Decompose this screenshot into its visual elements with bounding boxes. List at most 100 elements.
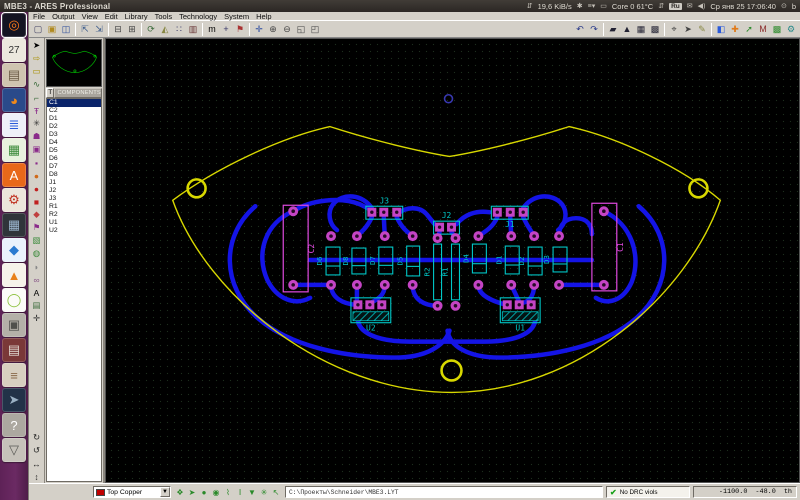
- components-list[interactable]: C1 C2 D1 D2 D3 D4 D5 D6 D7 D8 J1 J2 J3 R1 R2 U1 U2: [46, 98, 102, 482]
- component-item-D3[interactable]: D3: [47, 131, 101, 139]
- wizard-button[interactable]: ◧: [714, 22, 728, 36]
- menu-system[interactable]: System: [224, 12, 249, 21]
- layer-dropdown-arrow-icon[interactable]: ▼: [160, 487, 170, 497]
- indicator-menu-icon[interactable]: ≡▾: [588, 2, 596, 10]
- component-item-D2[interactable]: D2: [47, 123, 101, 131]
- pad-rect-tool[interactable]: ■: [30, 195, 43, 208]
- grid-button[interactable]: ∷: [172, 22, 186, 36]
- network-arrows-icon[interactable]: ⇵: [527, 2, 533, 10]
- menu-view[interactable]: View: [82, 12, 98, 21]
- vlc-icon[interactable]: ▲: [2, 263, 26, 287]
- mirror-y-button[interactable]: ↕: [30, 470, 43, 483]
- save-button[interactable]: ◫: [59, 22, 73, 36]
- path-2d-tool[interactable]: ∞: [30, 273, 43, 286]
- mail-icon[interactable]: ✉: [687, 2, 693, 10]
- pcb-canvas[interactable]: C2 C1 D6 D8 D7 D5 D4 D1 D2 D3 R2 R1 J3 J2 J1 U2 U1: [105, 38, 800, 483]
- snap-button[interactable]: ⚑: [233, 22, 247, 36]
- connectivity-tool[interactable]: ☗: [30, 130, 43, 143]
- session-icon[interactable]: ⊙: [781, 2, 787, 10]
- pad-circle-tool[interactable]: ●: [30, 182, 43, 195]
- track-tool[interactable]: ∿: [30, 78, 43, 91]
- design-rule-button[interactable]: ▩: [770, 22, 784, 36]
- print-button[interactable]: ⊟: [111, 22, 125, 36]
- import-button[interactable]: ⇱: [78, 22, 92, 36]
- clock[interactable]: Ср янв 25 17:06:40: [710, 2, 776, 11]
- trash-icon[interactable]: ▽: [2, 438, 26, 462]
- writer-icon[interactable]: ≣: [2, 113, 26, 137]
- component-item-R1[interactable]: R1: [47, 203, 101, 211]
- rotate-cw-button[interactable]: ↻: [30, 431, 43, 444]
- trace-style-icon[interactable]: ➤: [186, 486, 198, 498]
- polar-button[interactable]: +: [219, 22, 233, 36]
- circle-2d-tool[interactable]: ◍: [30, 247, 43, 260]
- file-path-field[interactable]: C:\Проекты\Schneider\MBE3.LYT: [285, 486, 603, 498]
- layer-selector[interactable]: Top Copper ▼: [93, 486, 171, 498]
- component-item-J1[interactable]: J1: [47, 179, 101, 187]
- layer-pair-icon[interactable]: ❖: [174, 486, 186, 498]
- pad-square-tool[interactable]: ▣: [30, 143, 43, 156]
- rotate-ccw-button[interactable]: ↺: [30, 444, 43, 457]
- curved-route-icon[interactable]: ⌇: [222, 486, 234, 498]
- menu-technology[interactable]: Technology: [179, 12, 217, 21]
- screenshots-icon[interactable]: ▣: [2, 313, 26, 337]
- menu-library[interactable]: Library: [125, 12, 148, 21]
- pad-round-tool[interactable]: ●: [30, 169, 43, 182]
- component-item-R2[interactable]: R2: [47, 211, 101, 219]
- via-tool[interactable]: ⌐: [30, 91, 43, 104]
- keyboard-layout-indicator[interactable]: Ru: [669, 2, 682, 10]
- settings-gear-icon[interactable]: ⚙: [2, 188, 26, 212]
- redo-button[interactable]: ↷: [587, 22, 601, 36]
- zone-tool[interactable]: ▧: [30, 234, 43, 247]
- trace-angle-icon[interactable]: Ⅰ: [234, 486, 246, 498]
- calculator-icon[interactable]: ▦: [2, 213, 26, 237]
- edit-button[interactable]: ✎: [695, 22, 709, 36]
- menu-file[interactable]: File: [33, 12, 45, 21]
- zoom-area-button[interactable]: ◰: [308, 22, 322, 36]
- component-item-C2[interactable]: C2: [47, 107, 101, 115]
- cpu-meter-icon[interactable]: ▭: [600, 2, 607, 10]
- updown-icon[interactable]: ⇵: [658, 2, 664, 10]
- volume-icon[interactable]: ◀): [698, 2, 706, 10]
- pin-tool[interactable]: Ŧ: [30, 104, 43, 117]
- open-button[interactable]: ▣: [45, 22, 59, 36]
- firefox-icon[interactable]: ◕: [2, 88, 26, 112]
- via-style-icon[interactable]: ●: [198, 486, 210, 498]
- copy-region-button[interactable]: ▲: [620, 22, 634, 36]
- toggle-list-button[interactable]: T: [46, 88, 55, 98]
- menu-help[interactable]: Help: [256, 12, 271, 21]
- autoplace-button[interactable]: ✚: [728, 22, 742, 36]
- component-item-J2[interactable]: J2: [47, 187, 101, 195]
- component-item-D8[interactable]: D8: [47, 171, 101, 179]
- drc-online-icon[interactable]: ◉: [210, 486, 222, 498]
- calendar-icon[interactable]: 27: [2, 38, 26, 62]
- pick-button[interactable]: ⌖: [667, 22, 681, 36]
- component-item-D5[interactable]: D5: [47, 147, 101, 155]
- print-area-button[interactable]: ⊞: [125, 22, 139, 36]
- paste-region-button[interactable]: ▦: [634, 22, 648, 36]
- photos-icon[interactable]: ▤: [2, 338, 26, 362]
- menu-tools[interactable]: Tools: [155, 12, 173, 21]
- autoroute-button[interactable]: ➚: [742, 22, 756, 36]
- origin-marker-tool[interactable]: ✛: [30, 312, 43, 325]
- ares-proteus-icon[interactable]: ◎: [1, 12, 27, 38]
- ratsnest-toggle-icon[interactable]: ✳: [258, 486, 270, 498]
- pad-dil-tool[interactable]: ▪: [30, 156, 43, 169]
- component-item-J3[interactable]: J3: [47, 195, 101, 203]
- zoom-all-button[interactable]: ◱: [294, 22, 308, 36]
- mirror-x-button[interactable]: ↔: [30, 457, 43, 470]
- board-overview-preview[interactable]: [46, 39, 102, 87]
- zoom-in-button[interactable]: ⊕: [266, 22, 280, 36]
- menu-output[interactable]: Output: [52, 12, 75, 21]
- arc-2d-tool[interactable]: ◗: [30, 260, 43, 273]
- selection-tool[interactable]: ➤: [30, 39, 43, 52]
- app-a-icon[interactable]: A: [2, 163, 26, 187]
- component-item-U2[interactable]: U2: [47, 227, 101, 235]
- symbol-tool[interactable]: ▤: [30, 299, 43, 312]
- flip-grid-button[interactable]: ◭: [158, 22, 172, 36]
- package-tool[interactable]: ▭: [30, 65, 43, 78]
- dropbox-icon[interactable]: ◆: [2, 238, 26, 262]
- file-cabinet-icon[interactable]: ▤: [2, 63, 26, 87]
- component-tool[interactable]: ⇨: [30, 52, 43, 65]
- pad-smt-tool[interactable]: ◆: [30, 208, 43, 221]
- redraw-button[interactable]: ⟳: [144, 22, 158, 36]
